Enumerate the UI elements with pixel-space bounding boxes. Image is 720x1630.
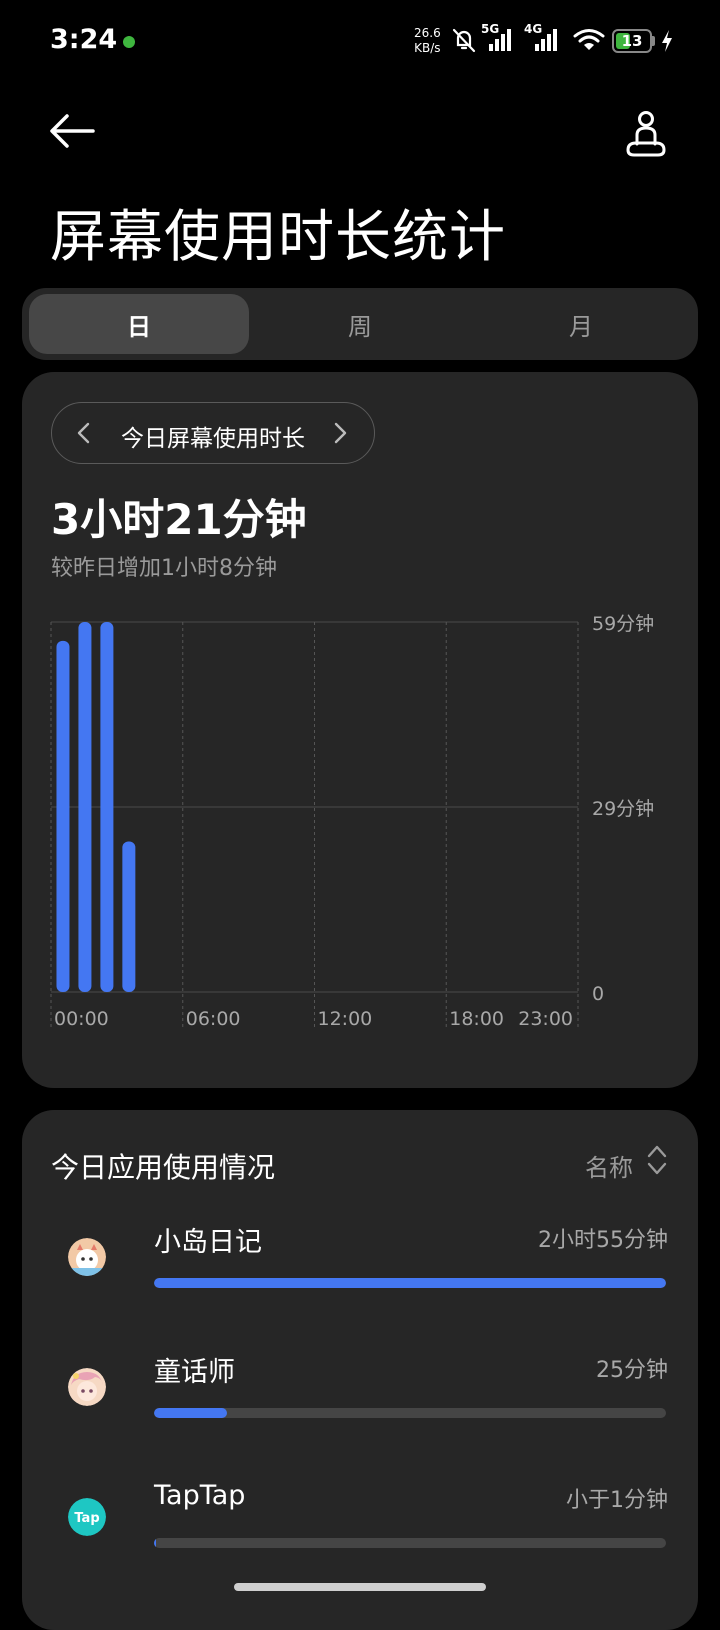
meditation-button[interactable] [616, 108, 676, 164]
x-axis-tick-label: 06:00 [186, 1008, 241, 1030]
taptap-app-icon: Tap [68, 1498, 106, 1536]
x-axis-tick-label: 23:00 [518, 1008, 573, 1030]
signal-icon [488, 28, 512, 56]
app-row-xiaodao-diary[interactable]: 小岛日记 2小时55分钟 [22, 1206, 698, 1316]
app-usage-title: 今日应用使用情况 [51, 1151, 276, 1184]
battery-icon: 13 [612, 29, 652, 53]
tonghuashi-app-icon [68, 1368, 106, 1406]
battery-tip [652, 36, 655, 46]
app-row-tonghuashi[interactable]: 童话师 25分钟 [22, 1336, 698, 1446]
status-time: 3:24 [50, 24, 118, 55]
page-title: 屏幕使用时长统计 [50, 205, 506, 270]
meditation-icon [625, 110, 667, 162]
app-usage-time: 小于1分钟 [566, 1488, 668, 1513]
sort-button[interactable]: 名称 [585, 1148, 633, 1183]
usage-bar-fill [154, 1278, 666, 1288]
active-indicator-dot [123, 36, 135, 48]
chart-bar [78, 622, 92, 992]
total-screen-time: 3小时21分钟 [51, 495, 307, 544]
x-axis-tick-label: 00:00 [54, 1008, 109, 1030]
back-button[interactable] [44, 108, 100, 158]
home-indicator[interactable] [234, 1583, 486, 1591]
chart-bar [56, 640, 70, 992]
xiaodao-diary-app-icon [68, 1238, 106, 1276]
chart-bar [100, 622, 114, 992]
usage-bar-track [154, 1408, 666, 1418]
signal-icon [534, 28, 558, 56]
app-row-taptap[interactable]: Tap TapTap 小于1分钟 [22, 1466, 698, 1576]
x-axis-tick-label: 18:00 [449, 1008, 504, 1030]
usage-bar-fill [154, 1538, 156, 1548]
battery-level: 13 [621, 32, 643, 50]
chart-bar [122, 841, 136, 992]
chevron-right-icon[interactable] [328, 421, 352, 445]
app-usage-card: 今日应用使用情况 名称 小岛日记 2小时55分钟 童话师 25分钟 Tap Ta… [22, 1110, 698, 1630]
x-axis-tick-label: 12:00 [318, 1008, 373, 1030]
back-arrow-icon [49, 113, 95, 153]
network-speed-unit: KB/s [414, 41, 441, 55]
y-axis-tick-label: 0 [592, 983, 604, 1005]
y-axis-tick-label: 29分钟 [592, 798, 654, 820]
usage-bar-track [154, 1278, 666, 1288]
app-name: TapTap [154, 1480, 246, 1511]
app-name: 童话师 [154, 1357, 235, 1388]
charging-icon [661, 29, 673, 57]
tab-week[interactable]: 周 [250, 294, 470, 354]
status-bar: 3:24 26.6 KB/s 5G 4G 13 [0, 0, 720, 84]
usage-bar-fill [154, 1408, 228, 1418]
tab-month[interactable]: 月 [471, 294, 691, 354]
sort-toggle-icon[interactable] [647, 1144, 667, 1180]
y-axis-tick-label: 59分钟 [592, 613, 654, 635]
period-tabs: 日 周 月 [22, 288, 698, 360]
hourly-usage-chart: 59分钟 29分钟 0 00:00 06:00 12:00 18:00 23:00 [50, 613, 654, 1030]
app-usage-time: 2小时55分钟 [538, 1228, 668, 1253]
network-speed-value: 26.6 [414, 26, 441, 40]
tab-day[interactable]: 日 [29, 294, 249, 354]
usage-bar-track [154, 1538, 666, 1548]
app-name: 小岛日记 [154, 1227, 262, 1258]
taptap-icon-text: Tap [74, 1511, 99, 1526]
comparison-text: 较昨日增加1小时8分钟 [51, 556, 277, 581]
network-speed: 26.6 KB/s [414, 26, 441, 56]
period-label: 今日屏幕使用时长 [121, 426, 305, 452]
wifi-icon [573, 28, 605, 56]
screen-time-summary-card: 今日屏幕使用时长 3小时21分钟 较昨日增加1小时8分钟 59分钟 29分钟 0 00… [22, 372, 698, 1088]
period-selector: 今日屏幕使用时长 [51, 402, 375, 464]
app-usage-time: 25分钟 [596, 1358, 668, 1383]
mute-bell-icon [450, 26, 478, 58]
